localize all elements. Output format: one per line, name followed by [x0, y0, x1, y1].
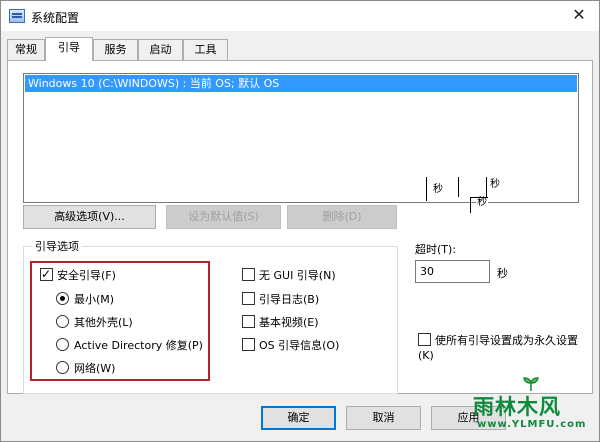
artifact-seconds-label: 秒 [489, 175, 501, 190]
tab-general[interactable]: 常规 [7, 39, 45, 60]
radio-minimal[interactable]: 最小(M) [56, 292, 114, 308]
artifact-line [486, 177, 487, 197]
boot-options-title: 引导选项 [32, 238, 82, 254]
timeout-input[interactable]: 30 [415, 260, 490, 283]
title-bar: 系统配置 ✕ [1, 1, 599, 31]
artifact-line [470, 197, 488, 198]
radio-network[interactable]: 网络(W) [56, 361, 115, 377]
artifact-seconds-label: 秒 [432, 180, 444, 195]
os-boot-info-checkbox[interactable]: OS 引导信息(O) [242, 338, 339, 354]
boot-log-label: 引导日志(B) [259, 293, 320, 306]
safe-boot-label: 安全引导(F) [57, 269, 116, 282]
app-icon [9, 9, 25, 23]
os-boot-info-label: OS 引导信息(O) [259, 339, 340, 352]
tab-services[interactable]: 服务 [93, 39, 138, 60]
checkbox-checked-icon[interactable] [40, 266, 53, 282]
artifact-line [458, 177, 459, 197]
radio-icon[interactable] [56, 315, 69, 328]
set-default-button[interactable]: 设为默认值(S) [166, 205, 281, 229]
tab-boot[interactable]: 引导 [45, 37, 93, 61]
radio-ad-repair[interactable]: Active Directory 修复(P) [56, 338, 203, 354]
make-permanent-checkbox[interactable]: 使所有引导设置成为永久设置(K) [418, 333, 588, 363]
tab-startup[interactable]: 启动 [138, 39, 183, 60]
system-config-window: 系统配置 ✕ 常规 引导 服务 启动 工具 Windows 10 (C:\WIN… [0, 0, 600, 442]
radio-minimal-label: 最小(M) [74, 293, 115, 306]
timeout-label: 超时(T): [415, 243, 457, 256]
radio-selected-icon[interactable] [56, 292, 69, 305]
radio-icon[interactable] [56, 338, 69, 351]
delete-button[interactable]: 删除(D) [287, 205, 397, 229]
leaf-icon [523, 377, 539, 391]
artifact-line [470, 197, 471, 213]
radio-ad-repair-label: Active Directory 修复(P) [74, 339, 203, 352]
radio-alternate-shell-label: 其他外壳(L) [74, 316, 133, 329]
checkbox-icon[interactable] [418, 333, 431, 346]
no-gui-boot-label: 无 GUI 引导(N) [259, 269, 336, 282]
no-gui-boot-checkbox[interactable]: 无 GUI 引导(N) [242, 268, 336, 284]
checkbox-icon[interactable] [242, 338, 255, 351]
radio-network-label: 网络(W) [74, 362, 116, 375]
ok-button[interactable]: 确定 [261, 406, 336, 430]
radio-icon[interactable] [56, 361, 69, 374]
cancel-button[interactable]: 取消 [346, 406, 421, 430]
watermark-url: www.YLMFU.com [477, 419, 587, 430]
boot-entry-windows-10[interactable]: Windows 10 (C:\WINDOWS) : 当前 OS; 默认 OS [25, 75, 577, 92]
artifact-line [426, 177, 427, 201]
advanced-options-button[interactable]: 高级选项(V)... [23, 205, 156, 229]
boot-log-checkbox[interactable]: 引导日志(B) [242, 292, 319, 308]
window-title: 系统配置 [31, 11, 80, 25]
checkbox-icon[interactable] [242, 292, 255, 305]
base-video-label: 基本视频(E) [259, 316, 319, 329]
checkbox-icon[interactable] [242, 268, 255, 281]
make-permanent-label: 使所有引导设置成为永久设置(K) [418, 334, 578, 362]
checkbox-icon[interactable] [242, 315, 255, 328]
watermark-logo: 雨林木风 www.YLMFU.com [463, 377, 587, 435]
timeout-unit: 秒 [497, 267, 508, 280]
tab-tools[interactable]: 工具 [183, 39, 228, 60]
base-video-checkbox[interactable]: 基本视频(E) [242, 315, 319, 331]
close-button[interactable]: ✕ [559, 1, 599, 31]
radio-alternate-shell[interactable]: 其他外壳(L) [56, 315, 133, 331]
watermark-title: 雨林木风 [473, 395, 561, 419]
safe-boot-checkbox[interactable]: 安全引导(F) [40, 266, 116, 284]
